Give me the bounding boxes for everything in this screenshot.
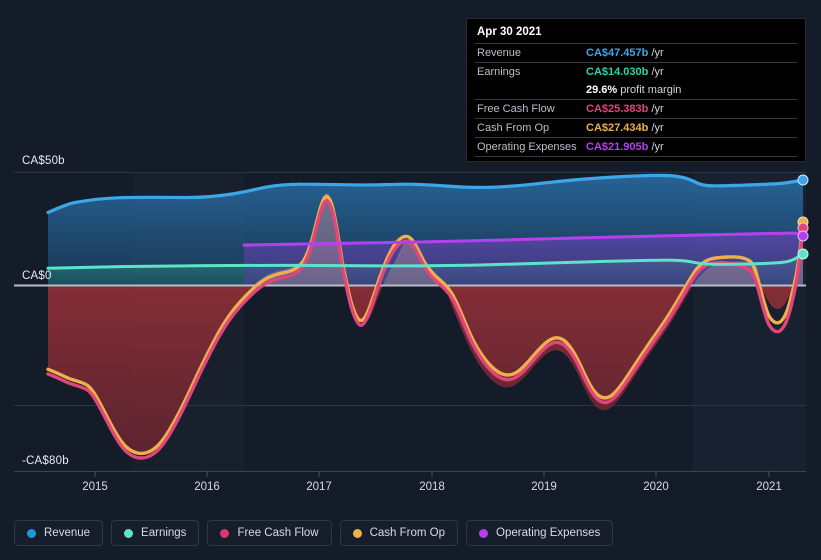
legend-label-operating-expenses: Operating Expenses [496,527,601,539]
tooltip-row-free-cash-flow: Free Cash Flow CA$25.383b /yr [475,99,797,119]
legend-label-cash-from-op: Cash From Op [369,527,446,539]
legend-dot-cash-from-op-icon [352,528,362,538]
tooltip-row-operating-expenses: Operating Expenses CA$21.905b /yr [475,137,797,157]
operating-expenses-end-marker [797,230,809,242]
legend-dot-revenue-icon [27,528,36,538]
tooltip-amount-operating-expenses: CA$21.905b [586,141,649,153]
tooltip-label-operating-expenses: Operating Expenses [475,137,584,157]
x-axis-label-2016: 2016 [194,481,220,493]
tooltip-label-cash-from-op: Cash From Op [475,118,584,138]
tooltip-amount-earnings: CA$14.030b [586,66,649,78]
tooltip-label-earnings: Earnings [475,62,584,81]
tooltip-value-earnings: CA$14.030b /yr [584,62,797,81]
tooltip-date: Apr 30 2021 [477,26,542,38]
tooltip-value-profit-margin: 29.6% profit margin [584,81,797,100]
tooltip-value-revenue: CA$47.457b /yr [584,43,797,63]
legend-item-earnings[interactable]: Earnings [111,520,200,546]
x-axis-label-2015: 2015 [82,481,108,493]
x-axis-label-2020: 2020 [643,481,669,493]
tooltip-amount-cash-from-op: CA$27.434b [586,122,649,134]
x-axis-label-2019: 2019 [531,481,557,493]
tooltip-amount-revenue: CA$47.457b [586,47,649,59]
tooltip-value-free-cash-flow: CA$25.383b /yr [584,99,797,119]
earnings-end-marker [797,248,809,260]
x-axis-label-2018: 2018 [419,481,445,493]
tooltip-row-earnings: Earnings CA$14.030b /yr [475,62,797,81]
tooltip-unit-earnings: /yr [651,66,664,78]
tooltip-amount-profit-margin: 29.6% [586,84,618,96]
tooltip-row-cash-from-op: Cash From Op CA$27.434b /yr [475,118,797,138]
legend-dot-free-cash-flow-icon [220,528,230,538]
legend-item-free-cash-flow[interactable]: Free Cash Flow [207,520,332,546]
tooltip-label-profit-margin [475,81,584,100]
legend-item-operating-expenses[interactable]: Operating Expenses [466,520,614,546]
tooltip-unit-profit-margin: profit margin [620,84,682,96]
tooltip-value-cash-from-op: CA$27.434b /yr [584,118,797,138]
legend-item-cash-from-op[interactable]: Cash From Op [339,520,459,546]
chart-page: CA$50b CA$0 -CA$80b 2015 2016 2017 2018 … [0,0,821,560]
legend-label-revenue: Revenue [44,527,91,539]
tooltip-unit-operating-expenses: /yr [651,141,664,153]
legend-dot-earnings-icon [124,528,134,538]
tooltip-label-free-cash-flow: Free Cash Flow [475,99,584,119]
tooltip-label-revenue: Revenue [475,43,584,63]
tooltip-unit-free-cash-flow: /yr [651,103,664,115]
tooltip-unit-cash-from-op: /yr [651,122,664,134]
tooltip-table: Revenue CA$47.457b /yr Earnings CA$14.03… [475,43,797,157]
legend-label-earnings: Earnings [141,527,187,539]
legend-item-revenue[interactable]: Revenue [14,520,104,546]
tooltip-row-revenue: Revenue CA$47.457b /yr [475,43,797,63]
x-axis-label-2021: 2021 [756,481,782,493]
legend-label-free-cash-flow: Free Cash Flow [237,527,319,539]
x-axis-label-2017: 2017 [306,481,332,493]
tooltip-unit-revenue: /yr [651,47,664,59]
tooltip-value-operating-expenses: CA$21.905b /yr [584,137,797,157]
chart-tooltip: Apr 30 2021 Revenue CA$47.457b /yr Earni… [466,18,806,162]
revenue-end-marker [797,174,809,186]
tooltip-amount-free-cash-flow: CA$25.383b [586,103,649,115]
legend-dot-operating-expenses-icon [479,528,489,538]
tooltip-row-profit-margin: 29.6% profit margin [475,81,797,100]
chart-legend: Revenue Earnings Free Cash Flow Cash Fro… [14,520,614,546]
